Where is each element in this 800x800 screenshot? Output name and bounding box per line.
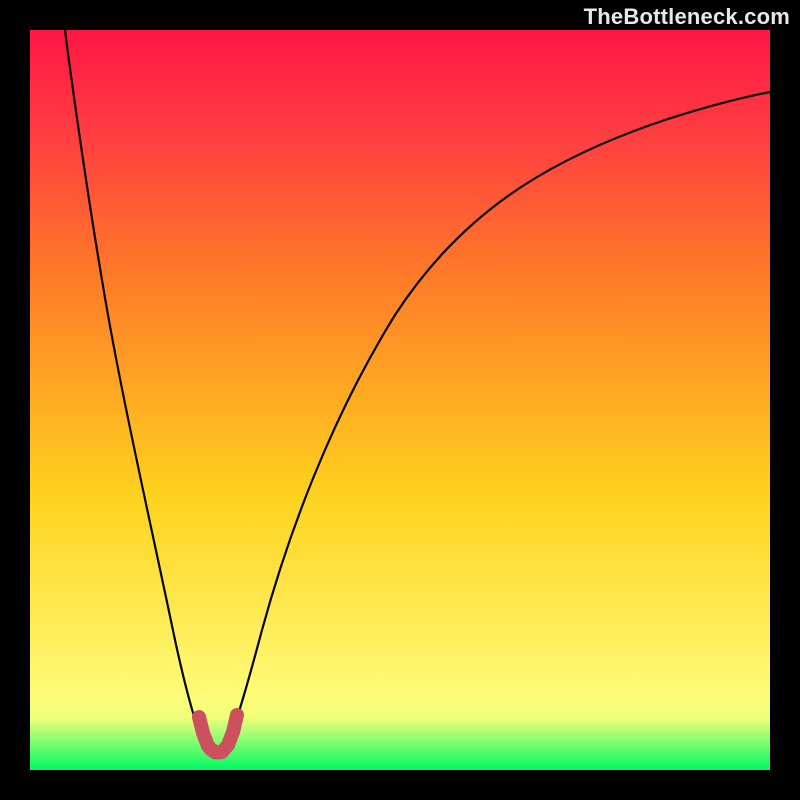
chart-container: TheBottleneck.com [0, 0, 800, 800]
watermark-text: TheBottleneck.com [584, 4, 790, 30]
heat-gradient-background [30, 30, 770, 770]
